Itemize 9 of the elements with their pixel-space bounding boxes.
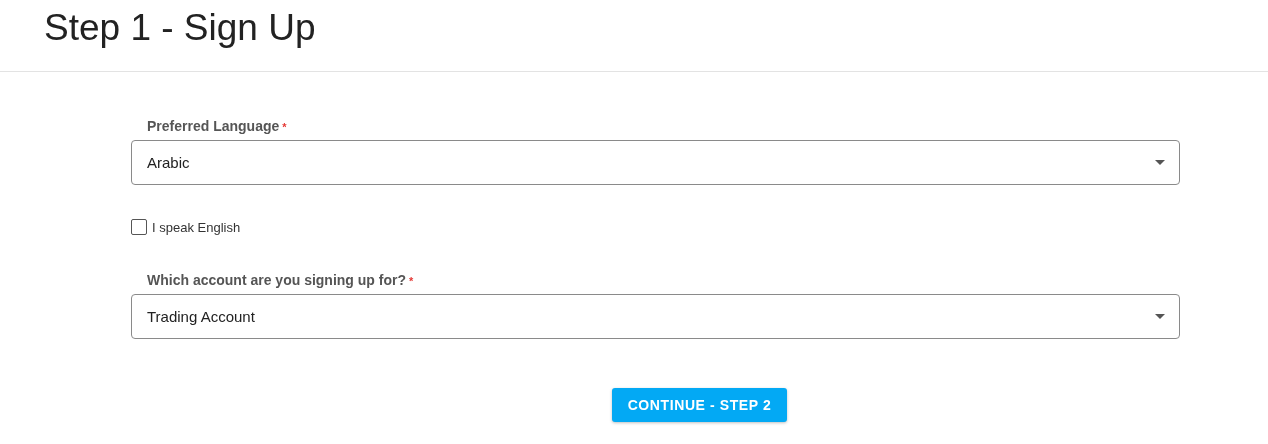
field-label: Preferred Language * xyxy=(147,118,288,134)
caret-icon xyxy=(1155,314,1165,319)
select-field[interactable]: Arabic xyxy=(131,140,1180,185)
checkbox[interactable] xyxy=(131,219,147,235)
caret-icon xyxy=(1155,160,1165,165)
field-label: Which account are you signing up for? * xyxy=(147,272,415,288)
select-field[interactable]: Trading Account xyxy=(131,294,1180,339)
page-title: Step 1 - Sign Up xyxy=(44,6,316,49)
checkbox-label: I speak English xyxy=(152,219,241,235)
